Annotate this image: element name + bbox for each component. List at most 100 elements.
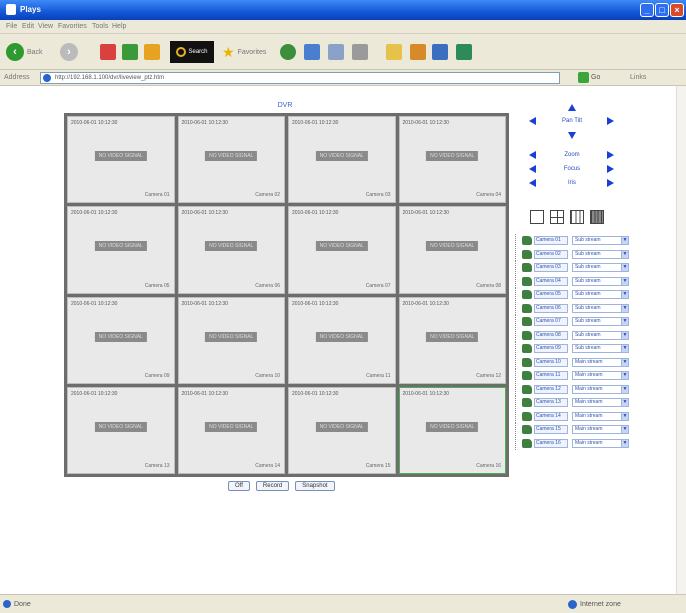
pan-right-icon[interactable] [607,117,614,125]
search-button[interactable]: Search [170,41,214,63]
record-button[interactable]: Record [255,481,290,491]
pan-left-icon[interactable] [529,117,536,125]
tilt-down-icon[interactable] [568,132,576,139]
menu-view[interactable]: View [38,23,53,30]
camera-name[interactable]: Camera 01 [534,236,568,245]
menu-favorites[interactable]: Favorites [58,23,87,30]
history-button[interactable] [304,40,320,64]
layout-16-icon[interactable] [590,210,604,224]
snapshot-button[interactable]: Snapshot [295,481,335,491]
video-cell[interactable]: 2010-06-01 10:12:30 NO VIDEO SIGNAL Camera… [288,116,396,204]
menu-file[interactable]: File [6,23,17,30]
menu-help[interactable]: Help [112,23,126,30]
stop-button[interactable] [100,40,116,64]
chevron-down-icon[interactable]: ▼ [621,398,629,407]
camera-name[interactable]: Camera 09 [534,344,568,353]
camera-name[interactable]: Camera 03 [534,263,568,272]
layout-9-icon[interactable] [570,210,584,224]
focus-far-icon[interactable] [607,165,614,173]
favorites-button[interactable]: ★ Favorites [222,40,266,64]
stream-select[interactable]: Sub stream [572,263,622,272]
chevron-down-icon[interactable]: ▼ [621,357,629,367]
chevron-down-icon[interactable]: ▼ [621,236,629,245]
camera-name[interactable]: Camera 15 [534,425,568,434]
video-cell[interactable]: 2010-06-01 10:12:30 NO VIDEO SIGNAL Camera… [398,116,506,204]
video-cell[interactable]: 2010-06-01 10:12:30 NO VIDEO SIGNAL Camera… [398,206,506,294]
menu-tools[interactable]: Tools [92,23,108,30]
video-cell[interactable]: 2010-06-01 10:12:30 NO VIDEO SIGNAL Camera… [177,116,285,204]
back-button[interactable]: ‹ Back [6,40,43,64]
video-cell[interactable]: 2010-06-01 10:12:30 NO VIDEO SIGNAL Camera… [288,296,396,384]
camera-name[interactable]: Camera 08 [534,330,568,340]
camera-name[interactable]: Camera 07 [534,317,568,326]
video-cell[interactable]: 2010-06-01 10:12:30 NO VIDEO SIGNAL Camera… [67,206,175,294]
stream-select[interactable]: Main stream [572,425,622,434]
tilt-up-icon[interactable] [568,104,576,111]
iris-close-icon[interactable] [529,179,536,187]
mail-button[interactable] [328,40,344,64]
messenger-button[interactable] [410,40,426,64]
chevron-down-icon[interactable]: ▼ [621,317,629,326]
zoom-in-icon[interactable] [607,151,614,159]
video-cell[interactable]: 2010-06-01 10:12:30 NO VIDEO SIGNAL Camera… [177,206,285,294]
stream-select[interactable]: Main stream [572,411,622,421]
camera-name[interactable]: Camera 04 [534,276,568,286]
camera-name[interactable]: Camera 05 [534,290,568,299]
camera-name[interactable]: Camera 13 [534,398,568,407]
stream-select[interactable]: Sub stream [572,330,622,340]
chevron-down-icon[interactable]: ▼ [621,276,629,286]
camera-name[interactable]: Camera 14 [534,411,568,421]
video-cell[interactable]: 2010-06-01 10:12:30 NO VIDEO SIGNAL Camera… [67,386,175,474]
video-cell[interactable]: 2010-06-01 10:12:30 NO VIDEO SIGNAL Camera… [288,386,396,474]
zoom-out-icon[interactable] [529,151,536,159]
discuss-button[interactable] [432,40,448,64]
chevron-down-icon[interactable]: ▼ [621,384,629,394]
vertical-scrollbar[interactable] [676,86,686,594]
iris-open-icon[interactable] [607,179,614,187]
stream-select[interactable]: Main stream [572,371,622,380]
video-cell[interactable]: 2010-06-01 10:12:30 NO VIDEO SIGNAL Camera… [67,116,175,204]
off-button[interactable]: Off [228,481,250,491]
stream-select[interactable]: Sub stream [572,249,622,259]
chevron-down-icon[interactable]: ▼ [621,303,629,313]
camera-name[interactable]: Camera 12 [534,384,568,394]
forward-button[interactable]: › [60,40,78,64]
layout-1-icon[interactable] [530,210,544,224]
camera-name[interactable]: Camera 06 [534,303,568,313]
print-button[interactable] [352,40,368,64]
video-cell[interactable]: 2010-06-01 10:12:30 NO VIDEO SIGNAL Camera… [177,296,285,384]
focus-near-icon[interactable] [529,165,536,173]
video-cell[interactable]: 2010-06-01 10:12:30 NO VIDEO SIGNAL Camera… [288,206,396,294]
stream-select[interactable]: Sub stream [572,303,622,313]
chevron-down-icon[interactable]: ▼ [621,330,629,340]
camera-name[interactable]: Camera 02 [534,249,568,259]
chevron-down-icon[interactable]: ▼ [621,371,629,380]
stream-select[interactable]: Main stream [572,398,622,407]
minimize-button[interactable]: _ [640,3,654,17]
stream-select[interactable]: Sub stream [572,344,622,353]
research-button[interactable] [456,40,472,64]
stream-select[interactable]: Main stream [572,438,622,448]
chevron-down-icon[interactable]: ▼ [621,263,629,272]
chevron-down-icon[interactable]: ▼ [621,425,629,434]
stream-select[interactable]: Sub stream [572,236,622,245]
go-button[interactable]: Go [578,72,600,83]
video-cell[interactable]: 2010-06-01 10:12:30 NO VIDEO SIGNAL Camera… [398,296,506,384]
links-label[interactable]: Links [630,74,646,81]
stream-select[interactable]: Sub stream [572,276,622,286]
video-cell-selected[interactable]: 2010-06-01 10:12:30 NO VIDEO SIGNAL Camera… [398,386,506,474]
video-cell[interactable]: 2010-06-01 10:12:30 NO VIDEO SIGNAL Camera… [67,296,175,384]
chevron-down-icon[interactable]: ▼ [621,438,629,448]
close-button[interactable]: × [670,3,684,17]
chevron-down-icon[interactable]: ▼ [621,344,629,353]
layout-4-icon[interactable] [550,210,564,224]
address-input[interactable]: http://192.168.1.100/dvr/liveview_ptz.ht… [40,72,560,84]
refresh-button[interactable] [122,40,138,64]
camera-name[interactable]: Camera 10 [534,357,568,367]
video-cell[interactable]: 2010-06-01 10:12:30 NO VIDEO SIGNAL Camera… [177,386,285,474]
stream-select[interactable]: Main stream [572,384,622,394]
stream-select[interactable]: Sub stream [572,317,622,326]
menu-edit[interactable]: Edit [22,23,34,30]
media-button[interactable] [280,40,296,64]
camera-name[interactable]: Camera 11 [534,371,568,380]
